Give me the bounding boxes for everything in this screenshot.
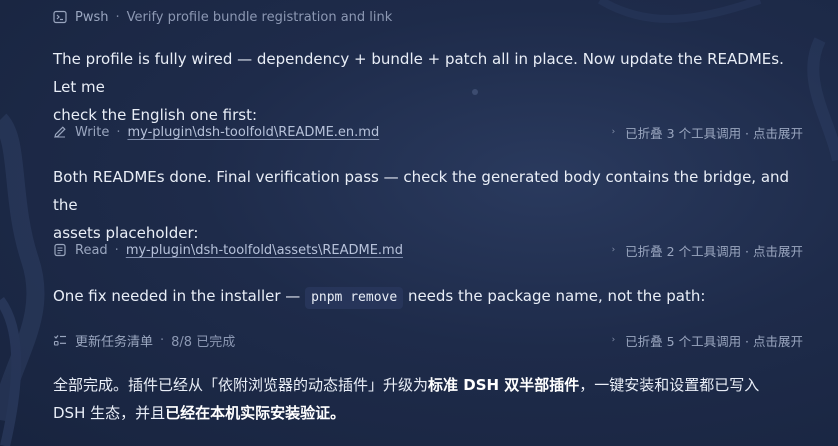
collapsed-tools-label: 已折叠 2 个工具调用 · 点击展开 — [625, 243, 803, 259]
message-line: 全部完成。插件已经从「依附浏览器的动态插件」升级为标准 DSH 双半部插件，一键… — [53, 371, 813, 399]
tool-call-pwsh[interactable]: Pwsh · Verify profile bundle registratio… — [53, 7, 803, 27]
emphasis-text: 标准 DSH 双半部插件 — [428, 376, 580, 394]
message-text: needs the package name, not the path: — [403, 287, 706, 305]
tool-call-write[interactable]: Write · my-plugin\dsh-toolfold\README.en… — [53, 122, 803, 142]
chevron-right-icon: › — [611, 245, 616, 255]
emphasis-text: 已经在本机实际安装验证。 — [165, 404, 346, 422]
message-text: 全部完成。插件已经从「依附浏览器的动态插件」升级为 — [53, 376, 429, 394]
tool-name: 更新任务清单 — [75, 334, 154, 350]
separator: · — [116, 124, 121, 140]
message-text: One fix needed in the installer — — [53, 287, 306, 305]
file-icon — [53, 243, 67, 257]
message-line: DSH 生态，并且已经在本机实际安装验证。 — [53, 399, 813, 427]
separator: · — [115, 9, 120, 25]
collapsed-tools-label: 已折叠 3 个工具调用 · 点击展开 — [625, 125, 803, 141]
separator: · — [114, 242, 119, 258]
tool-name: Write — [75, 124, 110, 140]
assistant-message: The profile is fully wired — dependency … — [53, 45, 808, 129]
assistant-message: One fix needed in the installer — pnpm r… — [53, 282, 808, 310]
collapsed-tools-toggle[interactable]: › 已折叠 5 个工具调用 · 点击展开 — [612, 331, 803, 350]
collapsed-tools-label: 已折叠 5 个工具调用 · 点击展开 — [625, 333, 803, 349]
message-line: The profile is fully wired — dependency … — [53, 50, 784, 96]
pencil-icon — [53, 125, 67, 139]
terminal-icon — [53, 10, 67, 24]
chevron-right-icon: › — [611, 335, 616, 345]
tool-name: Read — [75, 242, 108, 258]
tool-name: Pwsh — [75, 9, 109, 25]
file-path-link[interactable]: my-plugin\dsh-toolfold\assets\README.md — [126, 243, 403, 258]
assistant-message: 全部完成。插件已经从「依附浏览器的动态插件」升级为标准 DSH 双半部插件，一键… — [53, 371, 813, 427]
file-path-link[interactable]: my-plugin\dsh-toolfold\README.en.md — [127, 125, 379, 140]
tool-call-read[interactable]: Read · my-plugin\dsh-toolfold\assets\REA… — [53, 240, 803, 260]
message-text: ，一键安装和设置都已写入 — [579, 376, 760, 394]
message-text: DSH 生态，并且 — [53, 404, 166, 422]
checklist-icon — [53, 333, 67, 347]
separator: · — [160, 332, 165, 348]
inline-code: pnpm remove — [305, 287, 404, 309]
tool-description: Verify profile bundle registration and l… — [126, 9, 393, 25]
message-line: Both READMEs done. Final verification pa… — [53, 168, 790, 214]
collapsed-tools-toggle[interactable]: › 已折叠 3 个工具调用 · 点击展开 — [612, 123, 803, 142]
chevron-right-icon: › — [611, 127, 616, 137]
tool-call-task-list[interactable]: 更新任务清单 · 8/8 已完成 › 已折叠 5 个工具调用 · 点击展开 — [53, 330, 803, 350]
assistant-message: Both READMEs done. Final verification pa… — [53, 163, 808, 247]
task-progress: 8/8 已完成 — [171, 334, 236, 350]
collapsed-tools-toggle[interactable]: › 已折叠 2 个工具调用 · 点击展开 — [612, 241, 803, 260]
